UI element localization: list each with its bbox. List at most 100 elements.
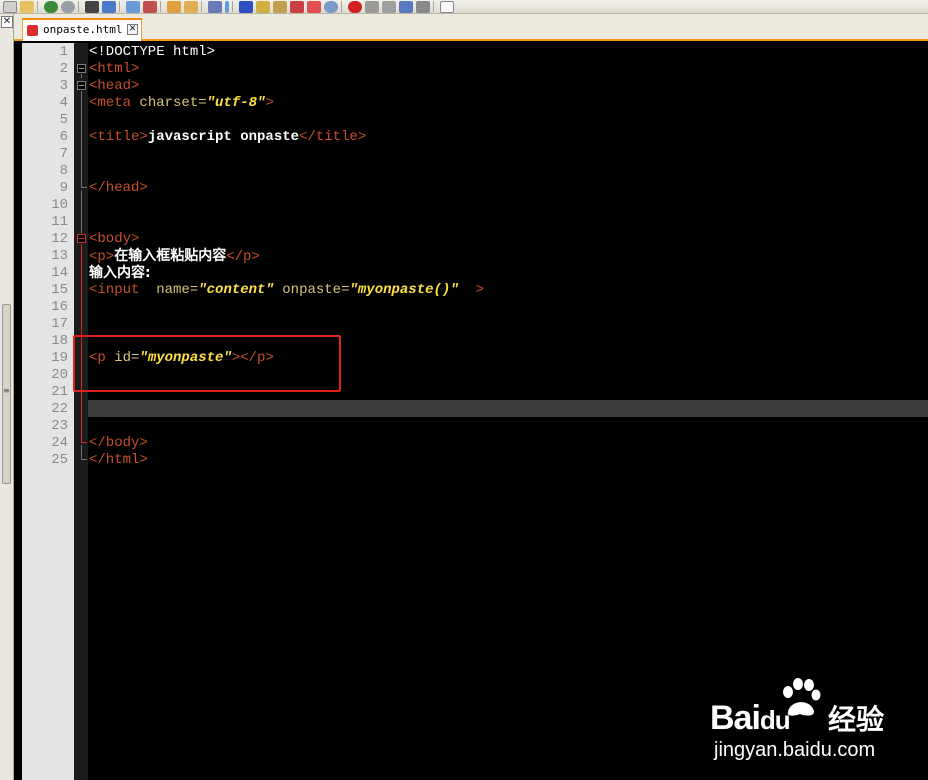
fold-toggle-head-icon[interactable] xyxy=(77,81,86,90)
stop-icon[interactable] xyxy=(365,0,379,13)
charset-value: "utf-8" xyxy=(206,95,266,111)
show-all-characters-icon[interactable] xyxy=(440,0,454,13)
toolbar-separator xyxy=(201,1,202,12)
title-text: javascript onpaste xyxy=(147,129,300,145)
fold-toggle-body-icon[interactable] xyxy=(77,234,86,243)
line-number: 16 xyxy=(51,299,68,315)
find-next-icon[interactable] xyxy=(102,0,116,13)
panel-close-icon[interactable]: ✕ xyxy=(1,16,13,28)
tab-onpaste-html[interactable]: onpaste.html ✕ xyxy=(22,18,142,41)
toolbar-separator xyxy=(433,1,434,12)
line-number: 24 xyxy=(51,435,68,451)
line-number: 9 xyxy=(59,180,68,196)
head-open-tag: <head> xyxy=(89,78,140,94)
code-line-12[interactable]: <body> xyxy=(89,231,139,248)
name-value: "content" xyxy=(198,282,274,298)
line-number: 22 xyxy=(51,401,68,417)
p-close-tag: </p> xyxy=(226,249,260,265)
code-line-13[interactable]: <p>在输入框粘贴内容</p> xyxy=(89,248,260,266)
code-line-14[interactable]: 输入内容: xyxy=(89,265,151,283)
plugin-icon[interactable] xyxy=(307,0,321,13)
line-number: 6 xyxy=(59,129,68,145)
replace-icon[interactable] xyxy=(126,0,140,13)
meta-tag: <meta xyxy=(89,95,132,111)
jingyan-logo: 经验 xyxy=(828,703,885,736)
code-line-15[interactable]: <input name="content" onpaste="myonpaste… xyxy=(89,282,484,299)
body-open-tag: <body> xyxy=(89,231,140,247)
annotation-highlight-box xyxy=(73,335,341,392)
html-close-tag: </html> xyxy=(89,452,148,468)
line-number: 5 xyxy=(59,112,68,128)
play-multiple-icon[interactable] xyxy=(399,0,413,13)
macro-icon[interactable] xyxy=(273,0,287,13)
baidu-jingyan-watermark: Baidu 经验 jingyan.baidu.com xyxy=(710,678,920,768)
fold-end xyxy=(81,459,87,460)
line-number: 21 xyxy=(51,384,68,400)
code-line-4[interactable]: <meta charset="utf-8"> xyxy=(89,95,274,112)
play-icon[interactable] xyxy=(382,0,396,13)
indent-icon[interactable] xyxy=(225,0,229,13)
record-icon[interactable] xyxy=(348,0,362,13)
wrap-icon[interactable] xyxy=(208,0,222,13)
run-icon[interactable] xyxy=(290,0,304,13)
toolbar-separator xyxy=(119,1,120,12)
tab-label: onpaste.html xyxy=(43,23,123,36)
file-modified-icon xyxy=(27,25,38,36)
tab-close-icon[interactable]: ✕ xyxy=(127,24,138,35)
line-number: 1 xyxy=(59,44,68,60)
line-number: 25 xyxy=(51,452,68,468)
copy-icon[interactable] xyxy=(143,0,157,13)
line-number: 20 xyxy=(51,367,68,383)
open-file-icon[interactable] xyxy=(20,0,34,13)
code-line-9[interactable]: </head> xyxy=(89,180,148,197)
line-number-gutter: 1 2 3 4 5 6 7 8 9 10 11 12 13 14 15 16 1… xyxy=(22,43,74,780)
new-file-icon[interactable] xyxy=(3,0,17,13)
line-number: 23 xyxy=(51,418,68,434)
main-toolbar xyxy=(0,0,928,14)
fold-toggle-html-icon[interactable] xyxy=(77,64,86,73)
watermark-url: jingyan.baidu.com xyxy=(714,739,876,761)
line-number: 13 xyxy=(51,248,68,264)
document-tab-bar: onpaste.html ✕ xyxy=(14,14,928,41)
line-number: 19 xyxy=(51,350,68,366)
code-line-3[interactable]: <head> xyxy=(89,78,139,95)
code-editor[interactable]: 1 2 3 4 5 6 7 8 9 10 11 12 13 14 15 16 1… xyxy=(22,43,928,780)
settings-icon[interactable] xyxy=(324,0,338,13)
code-line-2[interactable]: <html> xyxy=(89,61,139,78)
line-number: 8 xyxy=(59,163,68,179)
fold-line xyxy=(81,445,82,459)
toolbar-separator xyxy=(160,1,161,12)
line-number: 3 xyxy=(59,78,68,94)
onpaste-value: "myonpaste()" xyxy=(349,282,459,298)
baidu-logo: Baidu xyxy=(710,698,791,740)
paste-icon[interactable] xyxy=(167,0,181,13)
fold-line xyxy=(81,74,82,78)
find-icon[interactable] xyxy=(85,0,99,13)
save-macro-icon[interactable] xyxy=(416,0,430,13)
line-number: 2 xyxy=(59,61,68,77)
toolbar-separator xyxy=(78,1,79,12)
onpaste-attr: onpaste= xyxy=(273,282,350,298)
redo-icon[interactable] xyxy=(61,0,75,13)
code-line-6[interactable]: <title>javascript onpaste</title> xyxy=(89,129,366,146)
doctype: <!DOCTYPE html> xyxy=(89,44,216,60)
panel-grip-icon[interactable]: ≡ xyxy=(3,387,10,395)
side-panel-strip: ✕ ≡ xyxy=(0,14,14,780)
toolbar-separator xyxy=(232,1,233,12)
toolbar-separator xyxy=(341,1,342,12)
title-open-tag: <title> xyxy=(89,129,148,145)
title-close-tag: </title> xyxy=(299,129,367,145)
fold-line xyxy=(81,91,82,187)
bookmark-icon[interactable] xyxy=(239,0,253,13)
zoom-icon[interactable] xyxy=(184,0,198,13)
code-line-1[interactable]: <!DOCTYPE html> xyxy=(89,44,215,61)
undo-icon[interactable] xyxy=(44,0,58,13)
line-number: 18 xyxy=(51,333,68,349)
browser-icon[interactable] xyxy=(256,0,270,13)
code-line-24[interactable]: </body> xyxy=(89,435,148,452)
charset-attr: charset= xyxy=(131,95,207,111)
p-text: 在输入框粘贴内容 xyxy=(114,248,227,264)
code-line-25[interactable]: </html> xyxy=(89,452,148,469)
current-line-highlight xyxy=(88,400,928,417)
line-number: 11 xyxy=(51,214,68,230)
